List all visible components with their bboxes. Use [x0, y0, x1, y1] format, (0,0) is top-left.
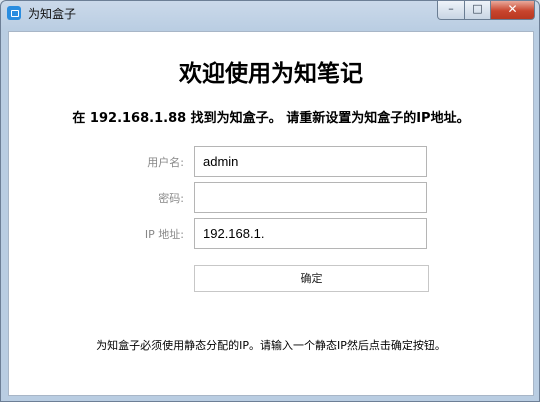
- password-label: 密码:: [158, 192, 184, 205]
- found-box-message: 在 192.168.1.88 找到为知盒子。 请重新设置为知盒子的IP地址。: [72, 111, 470, 126]
- dialog-content: 欢迎使用为知笔记 在 192.168.1.88 找到为知盒子。 请重新设置为知盒…: [8, 31, 534, 396]
- maximize-button[interactable]: □: [464, 1, 491, 20]
- ip-address-label: IP 地址:: [144, 228, 184, 241]
- title-bar[interactable]: 为知盒子 – □ ✕: [1, 1, 539, 27]
- welcome-heading: 欢迎使用为知笔记: [179, 61, 363, 87]
- confirm-button[interactable]: 确定: [194, 265, 429, 292]
- username-field[interactable]: admin: [194, 146, 427, 177]
- minimize-button[interactable]: –: [437, 1, 465, 20]
- username-label: 用户名:: [147, 156, 184, 169]
- ip-address-field[interactable]: 192.168.1.: [194, 218, 427, 249]
- password-field[interactable]: [194, 182, 427, 213]
- close-button[interactable]: ✕: [490, 1, 535, 20]
- window-title: 为知盒子: [28, 7, 77, 21]
- static-ip-note: 为知盒子必须使用静态分配的IP。请输入一个静态IP然后点击确定按钮。: [96, 339, 446, 352]
- app-box-icon: [7, 6, 21, 20]
- app-window: 为知盒子 – □ ✕ 欢迎使用为知笔记 在 192.168.1.88 找到为知盒…: [0, 0, 540, 402]
